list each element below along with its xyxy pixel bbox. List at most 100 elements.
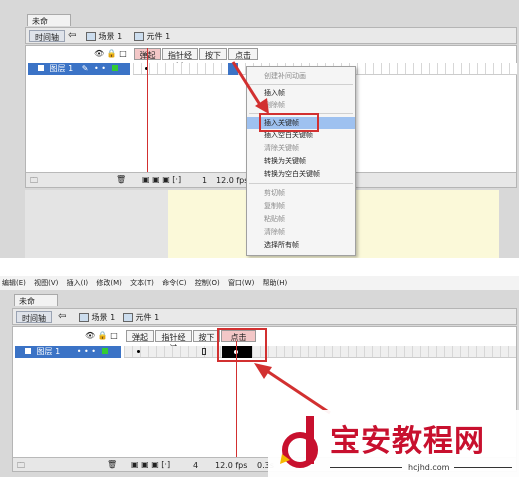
lock-icon[interactable]: 🔒 (98, 331, 108, 340)
frame-label-down-text: 按下 (198, 333, 215, 342)
frame-label-over[interactable]: 指针经过 (162, 48, 198, 71)
layer-row[interactable]: 图层 1 • • • (15, 346, 121, 358)
symbol-icon (123, 313, 133, 322)
menubar: 编辑(E) 视图(V) 插入(I) 修改(M) 文本(T) 命令(C) 控制(O… (0, 276, 519, 290)
bottom-screenshot: 编辑(E) 视图(V) 插入(I) 修改(M) 文本(T) 命令(C) 控制(O… (0, 276, 519, 477)
menu-item-label: 清除帧 (264, 228, 285, 236)
layer-dots: • • • (76, 347, 96, 356)
menu-item-select-all-frames[interactable]: 选择所有帧 (247, 239, 355, 251)
layer-icon (38, 65, 44, 71)
stage-left-gray (25, 190, 168, 258)
timeline-toolbar: 时间轴 ⇦ 场景 1 元件 1 (25, 27, 517, 44)
menu-item-clear-frames[interactable]: 清除帧 (247, 226, 355, 238)
menu-item-label: 复制帧 (264, 202, 285, 210)
menu-item-copy-frames[interactable]: 复制帧 (247, 200, 355, 212)
frame-end-marker (202, 348, 206, 355)
fps-readout: 12.0 fps (215, 461, 248, 470)
menu-item-paste-frames[interactable]: 粘贴帧 (247, 213, 355, 225)
timeline-tab-button[interactable]: 时间轴 (29, 30, 65, 42)
frame-label-up[interactable]: 弹起 (126, 330, 154, 342)
frame-number: 4 (193, 461, 199, 470)
frame-label-over[interactable]: 指针经过 (155, 330, 192, 353)
onion-skin-icons[interactable]: ▣ ▣ ▣ [·] (142, 175, 181, 184)
scene-breadcrumb[interactable]: 场景 1 (86, 31, 122, 42)
timeline-tab-button[interactable]: 时间轴 (16, 311, 52, 323)
menu-item-label: 插入空白关键帧 (264, 131, 313, 139)
eye-icon[interactable]: 👁 (94, 49, 104, 58)
timeline-tab-label: 时间轴 (22, 314, 46, 323)
menu-item-cut-frames[interactable]: 剪切帧 (247, 187, 355, 199)
frame-label-down[interactable]: 按下 (199, 48, 227, 60)
symbol-breadcrumb[interactable]: 元件 1 (123, 312, 159, 323)
fps-readout: 12.0 fps (216, 176, 249, 185)
red-arrow-top (231, 61, 269, 114)
watermark-title: 宝安教程网 (330, 424, 485, 459)
layer-name: 图层 1 (36, 347, 61, 356)
scene-label: 场景 1 (98, 32, 123, 41)
menu-edit[interactable]: 编辑(E) (2, 279, 26, 287)
menu-window[interactable]: 窗口(W) (228, 279, 254, 287)
back-arrow-icon[interactable]: ⇦ (58, 311, 66, 322)
menu-item-convert-keyframe[interactable]: 转换为关键帧 (247, 155, 355, 167)
outline-icon[interactable]: □ (119, 49, 127, 58)
menu-help[interactable]: 帮助(H) (263, 279, 288, 287)
menu-item-convert-blank-keyframe[interactable]: 转换为空白关键帧 (247, 168, 355, 180)
frame-number: 1 (202, 176, 208, 185)
lock-icon[interactable]: 🔒 (107, 49, 117, 58)
add-layer-icon[interactable]: 🗀 (17, 460, 25, 474)
menu-item-label: 选择所有帧 (264, 241, 299, 249)
watermark-url: hcjhd.com (408, 463, 450, 472)
top-screenshot: 未命名-1* 时间轴 ⇦ 场景 1 元件 1 👁 🔒 □ 弹起 指针经过 (0, 0, 519, 258)
menu-modify[interactable]: 修改(M) (96, 279, 122, 287)
eye-icon[interactable]: 👁 (85, 331, 95, 340)
timeline-tab-label: 时间轴 (35, 33, 59, 42)
symbol-label: 元件 1 (146, 32, 171, 41)
layer-header-icons: 👁 🔒 □ (94, 49, 127, 58)
menu-insert[interactable]: 插入(I) (67, 279, 89, 287)
symbol-breadcrumb[interactable]: 元件 1 (134, 31, 170, 42)
playhead-line[interactable] (147, 48, 148, 173)
trash-icon[interactable]: 🗑 (116, 175, 126, 184)
keyframe-dot[interactable] (137, 350, 140, 353)
menu-item-label: 清除关键帧 (264, 144, 299, 152)
menu-control[interactable]: 控制(O) (195, 279, 220, 287)
frame-label-down[interactable]: 按下 (193, 330, 220, 342)
logo-icon (280, 416, 318, 468)
add-layer-icon[interactable]: 🗀 (30, 175, 38, 189)
layer-icon (25, 348, 31, 354)
divider (0, 258, 519, 276)
trash-icon[interactable]: 🗑 (107, 460, 117, 469)
menu-item-label: 转换为关键帧 (264, 157, 306, 165)
symbol-label: 元件 1 (135, 313, 160, 322)
watermark-line-right (454, 467, 512, 468)
layer-name: 图层 1 (49, 64, 74, 73)
menu-item-label: 粘贴帧 (264, 215, 285, 223)
watermark-panel: 宝安教程网 hcjhd.com (268, 410, 519, 477)
menu-item-label: 剪切帧 (264, 189, 285, 197)
onion-skin-icons[interactable]: ▣ ▣ ▣ [·] (131, 460, 170, 469)
menu-text[interactable]: 文本(T) (130, 279, 154, 287)
frames-strip[interactable] (124, 346, 516, 358)
scene-label: 场景 1 (91, 313, 116, 322)
frame-label-up-text: 弹起 (132, 333, 148, 342)
menu-view[interactable]: 视图(V) (34, 279, 58, 287)
document-tab[interactable]: 未命名-1* (14, 294, 58, 317)
outline-icon[interactable]: □ (110, 331, 118, 340)
layer-color-icon[interactable] (101, 348, 108, 354)
frame-label-down-text: 按下 (205, 51, 221, 60)
menu-item-clear-keyframe[interactable]: 清除关键帧 (247, 142, 355, 154)
symbol-icon (134, 32, 144, 41)
document-tab[interactable]: 未命名-1* (27, 14, 71, 37)
watermark-line-left (330, 467, 402, 468)
layer-dots: • • (93, 64, 106, 73)
highlight-box-bottom (217, 328, 267, 362)
menu-separator (249, 183, 353, 184)
scene-icon (86, 32, 96, 41)
back-arrow-icon[interactable]: ⇦ (68, 30, 76, 41)
layer-color-icon[interactable] (111, 65, 118, 71)
menu-commands[interactable]: 命令(C) (162, 279, 186, 287)
scene-breadcrumb[interactable]: 场景 1 (79, 312, 115, 323)
layer-row[interactable]: 图层 1 ✎ • • (28, 63, 130, 75)
scene-icon (79, 313, 89, 322)
timeline-toolbar: 时间轴 ⇦ 场景 1 元件 1 (12, 308, 517, 325)
